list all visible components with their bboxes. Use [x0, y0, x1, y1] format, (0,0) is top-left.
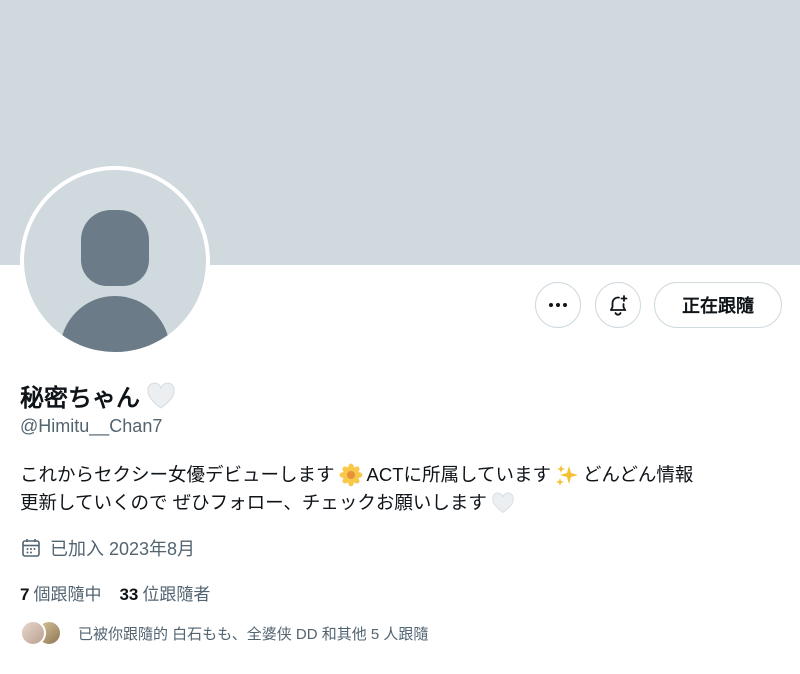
display-name: 秘密ちゃん	[20, 385, 140, 412]
white-heart-emoji-icon	[492, 492, 514, 513]
followers-you-know-text: 已被你跟隨的 白石もも、全婆侠 DD 和其他 5 人跟隨	[78, 625, 429, 643]
more-button[interactable]	[535, 282, 581, 328]
bio-line-2: 更新していくので ぜひフォロー、チェックお願いします	[20, 489, 790, 517]
ellipsis-icon	[549, 303, 567, 307]
bio-text-part3: どんどん情報	[582, 464, 694, 485]
profile-bio: これからセクシー女優デビューします ACTに所属しています どんどん情報 更新し…	[20, 461, 790, 517]
avatar-silhouette-body	[60, 296, 170, 352]
followers-you-know[interactable]: 已被你跟隨的 白石もも、全婆侠 DD 和其他 5 人跟隨	[20, 620, 428, 646]
default-avatar-icon	[24, 170, 206, 352]
notifications-button[interactable]	[595, 282, 641, 328]
bio-line-1: これからセクシー女優デビューします ACTに所属しています どんどん情報	[20, 461, 790, 489]
following-count-link[interactable]: 7 個跟隨中	[20, 580, 101, 605]
bio-text-line2: 更新していくので ぜひフォロー、チェックお願いします	[20, 492, 487, 513]
join-date: 已加入 2023年8月	[20, 535, 195, 561]
bio-text-part2: ACTに所属しています	[366, 464, 551, 485]
join-date-text: 已加入 2023年8月	[50, 539, 196, 559]
bell-plus-icon	[610, 295, 628, 316]
following-button[interactable]: 正在跟隨	[654, 282, 782, 328]
profile-avatar[interactable]	[20, 166, 210, 356]
calendar-icon	[22, 539, 40, 557]
following-count: 7	[20, 585, 30, 604]
display-name-row: 秘密ちゃん	[20, 378, 176, 413]
followers-count: 33	[119, 585, 139, 604]
mutual-avatar	[20, 620, 46, 646]
white-heart-icon	[147, 382, 175, 409]
followers-label: 位跟隨者	[142, 585, 211, 604]
avatar-silhouette-head	[81, 210, 149, 286]
blossom-emoji-icon	[339, 463, 363, 487]
profile-handle: @Himitu__Chan7	[20, 416, 163, 436]
followers-count-link[interactable]: 33 位跟隨者	[119, 580, 210, 605]
bio-text-part1: これからセクシー女優デビューします	[20, 464, 335, 485]
following-label: 個跟隨中	[33, 585, 102, 604]
follow-stats: 7 個跟隨中 33 位跟隨者	[20, 580, 228, 605]
sparkles-emoji-icon	[555, 465, 578, 486]
